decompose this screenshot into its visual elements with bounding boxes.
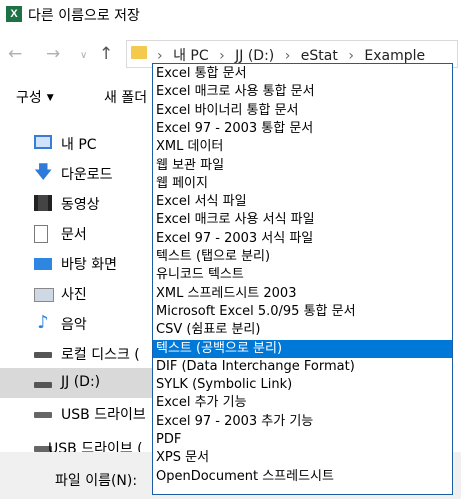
filename-label: 파일 이름(N):	[55, 473, 138, 489]
file-type-option[interactable]: 텍스트 (탭으로 분리)	[153, 248, 452, 266]
sidebar-item-documents[interactable]: 문서	[0, 218, 152, 248]
file-type-option[interactable]: 유니코드 텍스트	[153, 266, 452, 284]
file-type-option[interactable]: CSV (쉼표로 분리)	[153, 321, 452, 339]
forward-arrow-icon[interactable]: →	[46, 44, 60, 64]
sidebar-item-usb-drive-2[interactable]: USB 드라이브 (	[0, 434, 152, 452]
file-type-option[interactable]: Excel 통합 문서	[153, 65, 452, 83]
breadcrumb-item[interactable]: 내 PC	[173, 48, 209, 64]
organize-label: 구성	[16, 90, 42, 106]
sidebar-item-downloads[interactable]: 🡇 다운로드	[0, 158, 152, 188]
pictures-icon	[34, 288, 54, 302]
download-icon: 🡇	[34, 162, 53, 183]
file-type-option[interactable]: SYLK (Symbolic Link)	[153, 376, 452, 394]
sidebar-item-local-disk[interactable]: 로컬 디스크 (	[0, 338, 152, 368]
usb-drive-icon	[34, 412, 52, 418]
breadcrumb-separator-icon: ›	[348, 48, 354, 64]
dropdown-triangle-icon: ▼	[46, 93, 54, 103]
sidebar-item-label: 동영상	[61, 197, 100, 213]
breadcrumb-separator-icon: ›	[284, 48, 291, 64]
file-type-option[interactable]: PDF	[153, 431, 452, 449]
sidebar-item-label: 사진	[61, 287, 87, 303]
sidebar-item-usb-drive[interactable]: USB 드라이브	[0, 398, 152, 428]
back-arrow-icon[interactable]: ←	[8, 44, 22, 64]
excel-app-icon: X	[6, 6, 22, 22]
file-type-option[interactable]: Excel 매크로 사용 통합 문서	[153, 83, 452, 101]
sidebar-item-music[interactable]: ♪ 음악	[0, 308, 152, 338]
recent-locations-chevron-icon[interactable]: ∨	[80, 50, 87, 61]
file-type-option[interactable]: Excel 97 - 2003 서식 파일	[153, 230, 452, 248]
breadcrumb-item[interactable]: eStat	[301, 48, 338, 64]
file-type-option[interactable]: Excel 매크로 사용 서식 파일	[153, 211, 452, 229]
file-type-option[interactable]: XML 스프레드시트 2003	[153, 285, 452, 303]
sidebar-item-pictures[interactable]: 사진	[0, 278, 152, 308]
desktop-icon	[34, 258, 52, 270]
drive-icon	[34, 382, 52, 388]
sidebar-item-label: 음악	[61, 317, 87, 333]
sidebar-item-jj-drive[interactable]: JJ (D:)	[0, 368, 152, 398]
breadcrumb-separator-icon: ›	[157, 48, 163, 64]
sidebar-item-label: USB 드라이브	[61, 407, 146, 423]
file-type-option[interactable]: Excel 서식 파일	[153, 193, 452, 211]
file-type-option[interactable]: 웹 보관 파일	[153, 157, 452, 175]
sidebar-item-label: 문서	[61, 227, 87, 243]
up-arrow-icon[interactable]: ↑	[99, 44, 113, 64]
file-type-option[interactable]: XPS 문서	[153, 449, 452, 467]
new-folder-button[interactable]: 새 폴더	[104, 87, 147, 107]
file-type-option[interactable]: Microsoft Excel 5.0/95 통합 문서	[153, 303, 452, 321]
music-icon: ♪	[37, 312, 49, 333]
sidebar-item-label: JJ (D:)	[61, 374, 101, 390]
breadcrumb-item[interactable]: Example	[364, 48, 425, 64]
file-type-option[interactable]: 텍스트 (공백으로 분리)	[153, 339, 452, 358]
file-type-option[interactable]: Excel 추가 기능	[153, 394, 452, 412]
file-type-option[interactable]: Excel 97 - 2003 추가 기능	[153, 413, 452, 431]
file-type-option[interactable]: DIF (Data Interchange Format)	[153, 358, 452, 376]
folder-icon	[131, 46, 147, 59]
breadcrumb-separator-icon: ›	[219, 48, 225, 64]
window-title: 다른 이름으로 저장	[28, 8, 140, 24]
file-type-option[interactable]: Excel 97 - 2003 통합 문서	[153, 120, 452, 138]
save-as-type-dropdown-list[interactable]: Excel 통합 문서 Excel 매크로 사용 통합 문서 Excel 바이너리 …	[152, 63, 453, 495]
sidebar-item-label: 내 PC	[61, 137, 97, 153]
file-type-option[interactable]: Excel 바이너리 통합 문서	[153, 102, 452, 120]
document-icon	[34, 225, 48, 243]
file-type-option[interactable]: XML 데이터	[153, 138, 452, 156]
file-type-option[interactable]: OpenDocument 스프레드시트	[153, 468, 452, 486]
drive-icon	[34, 352, 52, 358]
sidebar-item-label: USB 드라이브 (	[48, 441, 143, 452]
sidebar-item-desktop[interactable]: 바탕 화면	[0, 248, 152, 278]
organize-button[interactable]: 구성 ▼	[16, 87, 54, 107]
sidebar-item-this-pc[interactable]: 내 PC	[0, 128, 152, 158]
file-type-option[interactable]: 웹 페이지	[153, 175, 452, 193]
breadcrumb-item[interactable]: JJ (D:)	[235, 48, 274, 64]
title-bar: X 다른 이름으로 저장	[0, 0, 461, 32]
navigation-pane: 내 PC 🡇 다운로드 동영상 문서 바탕 화면 사진 ♪ 음악 로컬 디스크 …	[0, 124, 152, 452]
sidebar-item-label: 다운로드	[61, 167, 113, 183]
sidebar-item-label: 로컬 디스크 (	[61, 347, 140, 363]
video-icon	[34, 195, 52, 211]
pc-icon	[34, 135, 52, 149]
sidebar-item-label: 바탕 화면	[61, 257, 117, 273]
sidebar-item-videos[interactable]: 동영상	[0, 188, 152, 218]
breadcrumb: › 내 PC › JJ (D:) › eStat › Example	[151, 45, 425, 65]
